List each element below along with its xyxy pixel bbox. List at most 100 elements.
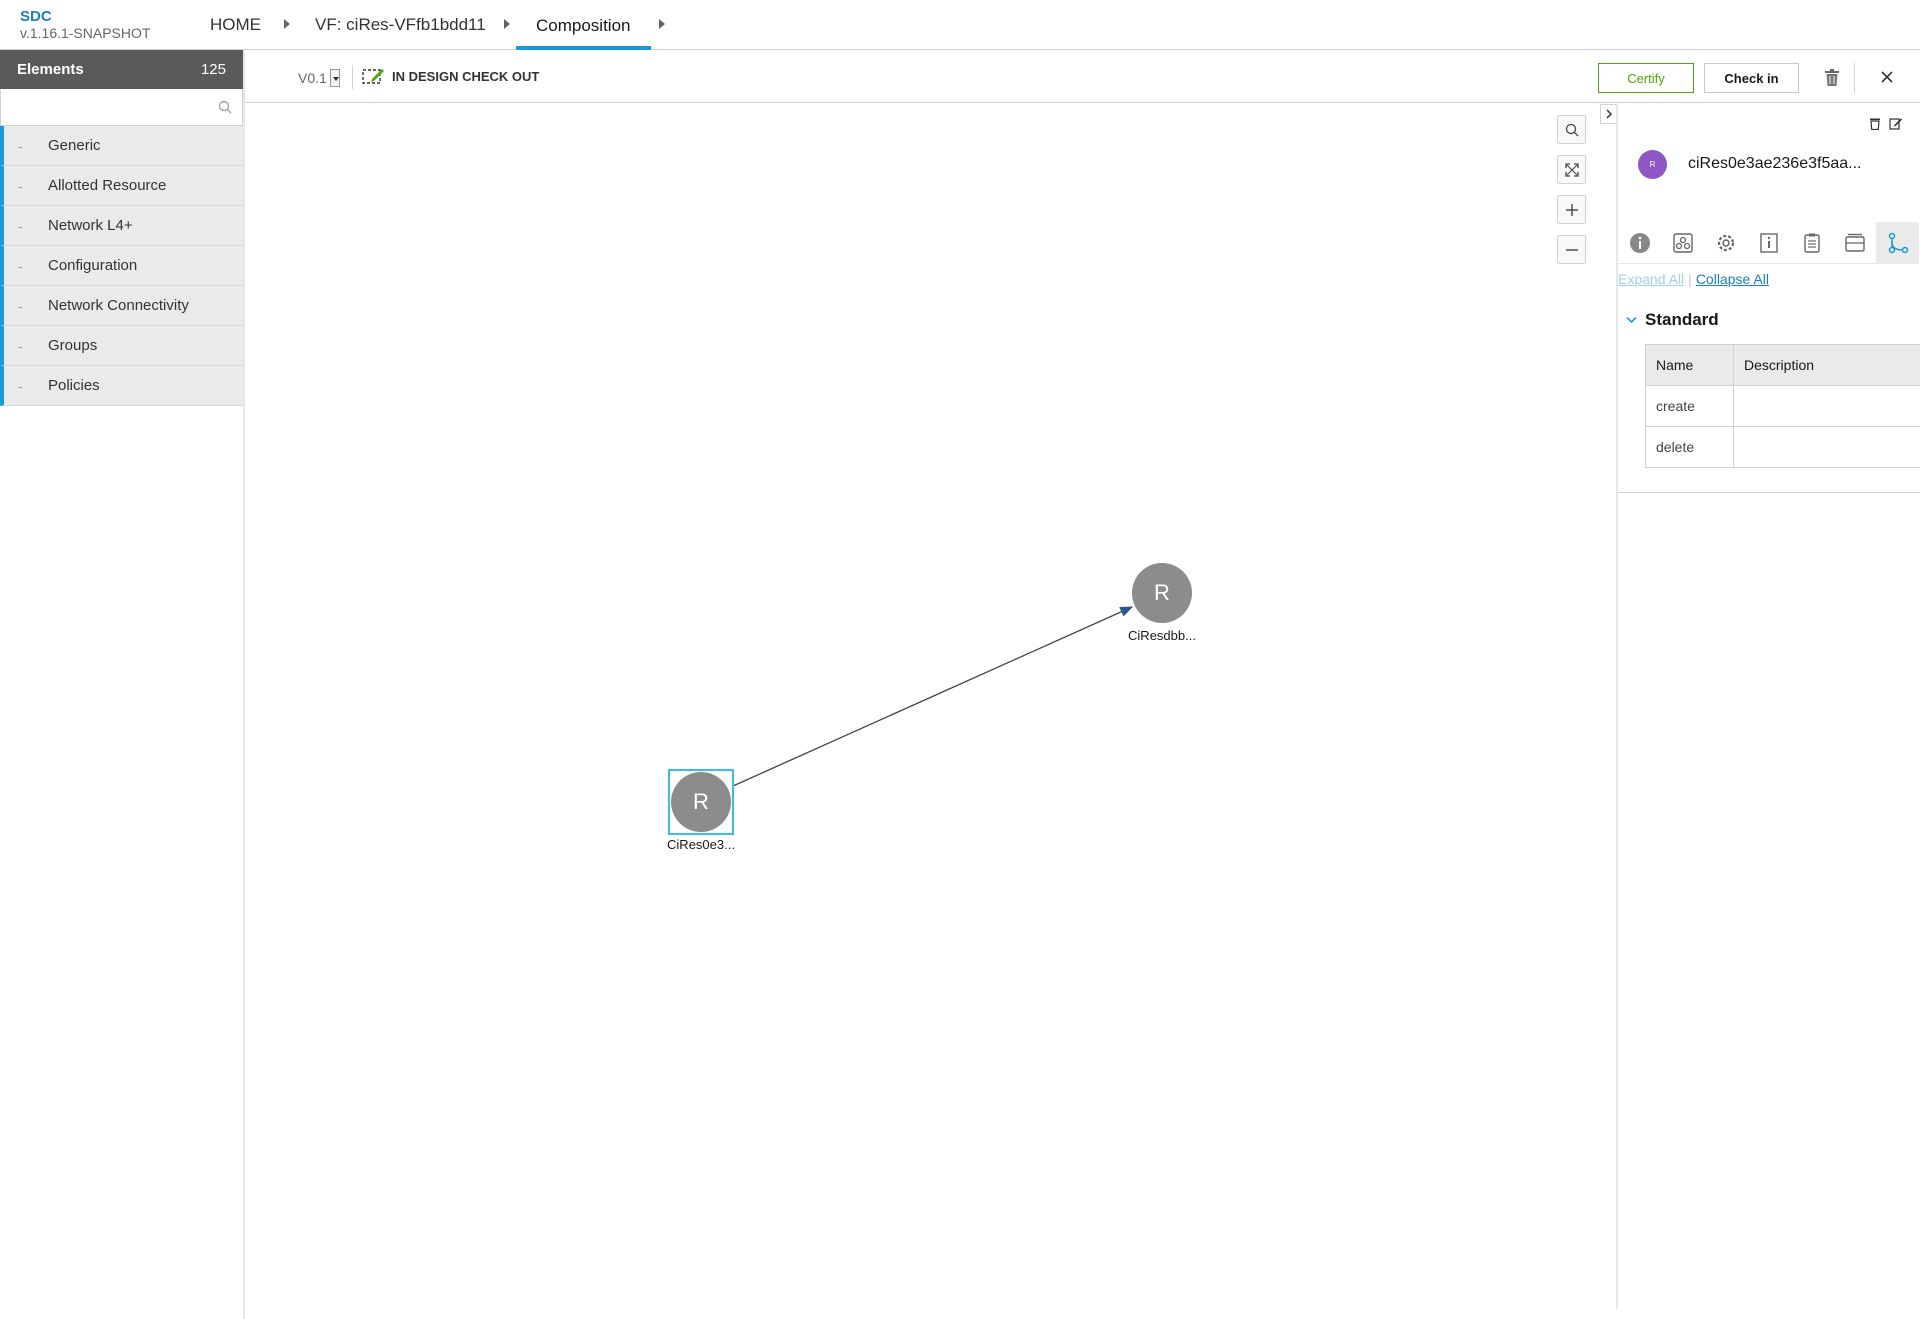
table-row[interactable]: create [1645, 385, 1920, 427]
section-header[interactable]: Standard [1626, 310, 1719, 330]
category-generic[interactable]: - Generic [0, 126, 243, 166]
nav-home[interactable]: HOME [210, 0, 261, 50]
category-allotted-resource[interactable]: - Allotted Resource [0, 166, 243, 206]
edit-icon[interactable] [1889, 117, 1902, 130]
operation-name: delete [1645, 426, 1734, 468]
category-label: Generic [48, 137, 101, 154]
certify-button[interactable]: Certify [1598, 63, 1694, 93]
panel-tabs [1618, 222, 1920, 264]
collapse-dash-icon: - [18, 137, 23, 154]
expand-icon [1564, 162, 1579, 177]
elements-search-input[interactable] [1, 89, 242, 125]
link-separator: | [1688, 271, 1692, 287]
checkout-state-icon [362, 69, 384, 84]
tab-operations[interactable] [1876, 222, 1919, 264]
nav-composition[interactable]: Composition [516, 0, 651, 50]
zoom-search-button[interactable] [1557, 115, 1586, 144]
operation-name: create [1645, 385, 1734, 427]
elements-palette: Elements 125 - Generic - Allotted Resource… [0, 50, 245, 1319]
plus-icon [1565, 203, 1578, 216]
close-icon[interactable] [1880, 70, 1894, 84]
version-select[interactable]: V0.1 [298, 69, 340, 87]
search-icon [1565, 123, 1578, 136]
category-configuration[interactable]: - Configuration [0, 246, 243, 286]
component-node-label: CiResdbb... [1128, 628, 1196, 643]
info-box-icon [1759, 233, 1778, 253]
operation-description [1733, 426, 1920, 468]
tab-general-info[interactable] [1618, 222, 1661, 264]
category-label: Configuration [48, 257, 138, 274]
table-row[interactable]: delete [1645, 426, 1920, 468]
collapse-all-link[interactable]: Collapse All [1696, 271, 1769, 287]
info-icon [1629, 233, 1650, 253]
collapse-dash-icon: - [18, 177, 23, 194]
artifacts-icon [1672, 233, 1693, 253]
tab-information-artifacts[interactable] [1747, 222, 1790, 264]
toolbar-divider [1854, 63, 1855, 93]
collapse-dash-icon: - [18, 377, 23, 394]
category-network-connectivity[interactable]: - Network Connectivity [0, 286, 243, 326]
breadcrumb-arrow-icon[interactable] [659, 19, 665, 29]
brand[interactable]: SDC v.1.16.1-SNAPSHOT [20, 8, 151, 42]
operations-table: Name Description create delete [1645, 344, 1920, 468]
zoom-in-button[interactable] [1557, 195, 1586, 224]
zoom-out-button[interactable] [1557, 235, 1586, 264]
toolbar-divider [352, 65, 353, 89]
column-header-description: Description [1733, 344, 1920, 386]
component-node-label: CiRes0e3... [667, 837, 735, 852]
fit-to-screen-button[interactable] [1557, 155, 1586, 184]
composition-toolbar: V0.1 IN DESIGN CHECK OUT Certify Check i… [245, 50, 1920, 103]
minus-icon [1565, 248, 1578, 251]
component-node[interactable]: R [1132, 563, 1192, 623]
operation-description [1733, 385, 1920, 427]
section-title: Standard [1645, 310, 1719, 329]
elements-count: 125 [200, 61, 226, 78]
composition-canvas[interactable]: R CiResdbb... R CiRes0e3... [245, 104, 1615, 1309]
app-version: v.1.16.1-SNAPSHOT [20, 25, 151, 41]
tab-inputs[interactable] [1833, 222, 1876, 264]
relation-layer [732, 606, 1134, 787]
component-avatar: R [1638, 150, 1667, 179]
category-policies[interactable]: - Policies [0, 366, 243, 406]
expand-all-link[interactable]: Expand All [1618, 271, 1684, 287]
category-groups[interactable]: - Groups [0, 326, 243, 366]
checkin-button[interactable]: Check in [1704, 63, 1799, 93]
tab-requirements[interactable] [1790, 222, 1833, 264]
lifecycle-state-label: IN DESIGN CHECK OUT [392, 68, 540, 84]
collapse-dash-icon: - [18, 337, 23, 354]
component-details-panel: R ciRes0e3ae236e3f5aa... Expand All | Coll… [1616, 104, 1920, 1309]
category-label: Network Connectivity [48, 297, 189, 314]
dropdown-caret-icon[interactable] [329, 69, 340, 87]
lifecycle-state: IN DESIGN CHECK OUT [362, 67, 539, 85]
chevron-right-icon [1605, 109, 1612, 119]
gear-icon [1717, 234, 1734, 252]
tab-deployment-artifacts[interactable] [1661, 222, 1704, 264]
nav-vf[interactable]: VF: ciRes-VFfb1bdd11 [315, 0, 486, 50]
collapse-dash-icon: - [18, 217, 23, 234]
trash-icon[interactable] [1824, 69, 1840, 87]
app-name: SDC [20, 8, 52, 25]
category-network-l4[interactable]: - Network L4+ [0, 206, 243, 246]
column-header-name: Name [1645, 344, 1734, 386]
elements-search [0, 89, 243, 126]
tab-properties[interactable] [1704, 222, 1747, 264]
breadcrumb-arrow-icon[interactable] [504, 19, 510, 29]
clipboard-icon [1803, 233, 1820, 253]
component-node[interactable]: R [671, 772, 731, 832]
table-header-row: Name Description [1645, 344, 1920, 386]
collapse-panel-toggle[interactable] [1600, 104, 1616, 124]
workflow-icon [1888, 232, 1908, 254]
breadcrumb-arrow-icon[interactable] [284, 19, 290, 29]
chevron-down-icon [1626, 316, 1637, 324]
category-label: Network L4+ [48, 217, 133, 234]
relation-line[interactable] [732, 606, 1134, 787]
collapse-dash-icon: - [18, 257, 23, 274]
top-navigation-bar: SDC v.1.16.1-SNAPSHOT HOME VF: ciRes-VFf… [0, 0, 1920, 50]
elements-title: Elements [17, 61, 84, 78]
category-label: Allotted Resource [48, 177, 167, 194]
elements-header: Elements 125 [0, 50, 243, 89]
stack-icon [1844, 233, 1865, 252]
expand-collapse-links: Expand All | Collapse All [1618, 271, 1769, 287]
search-icon[interactable] [218, 100, 232, 114]
trash-icon[interactable] [1869, 117, 1881, 130]
